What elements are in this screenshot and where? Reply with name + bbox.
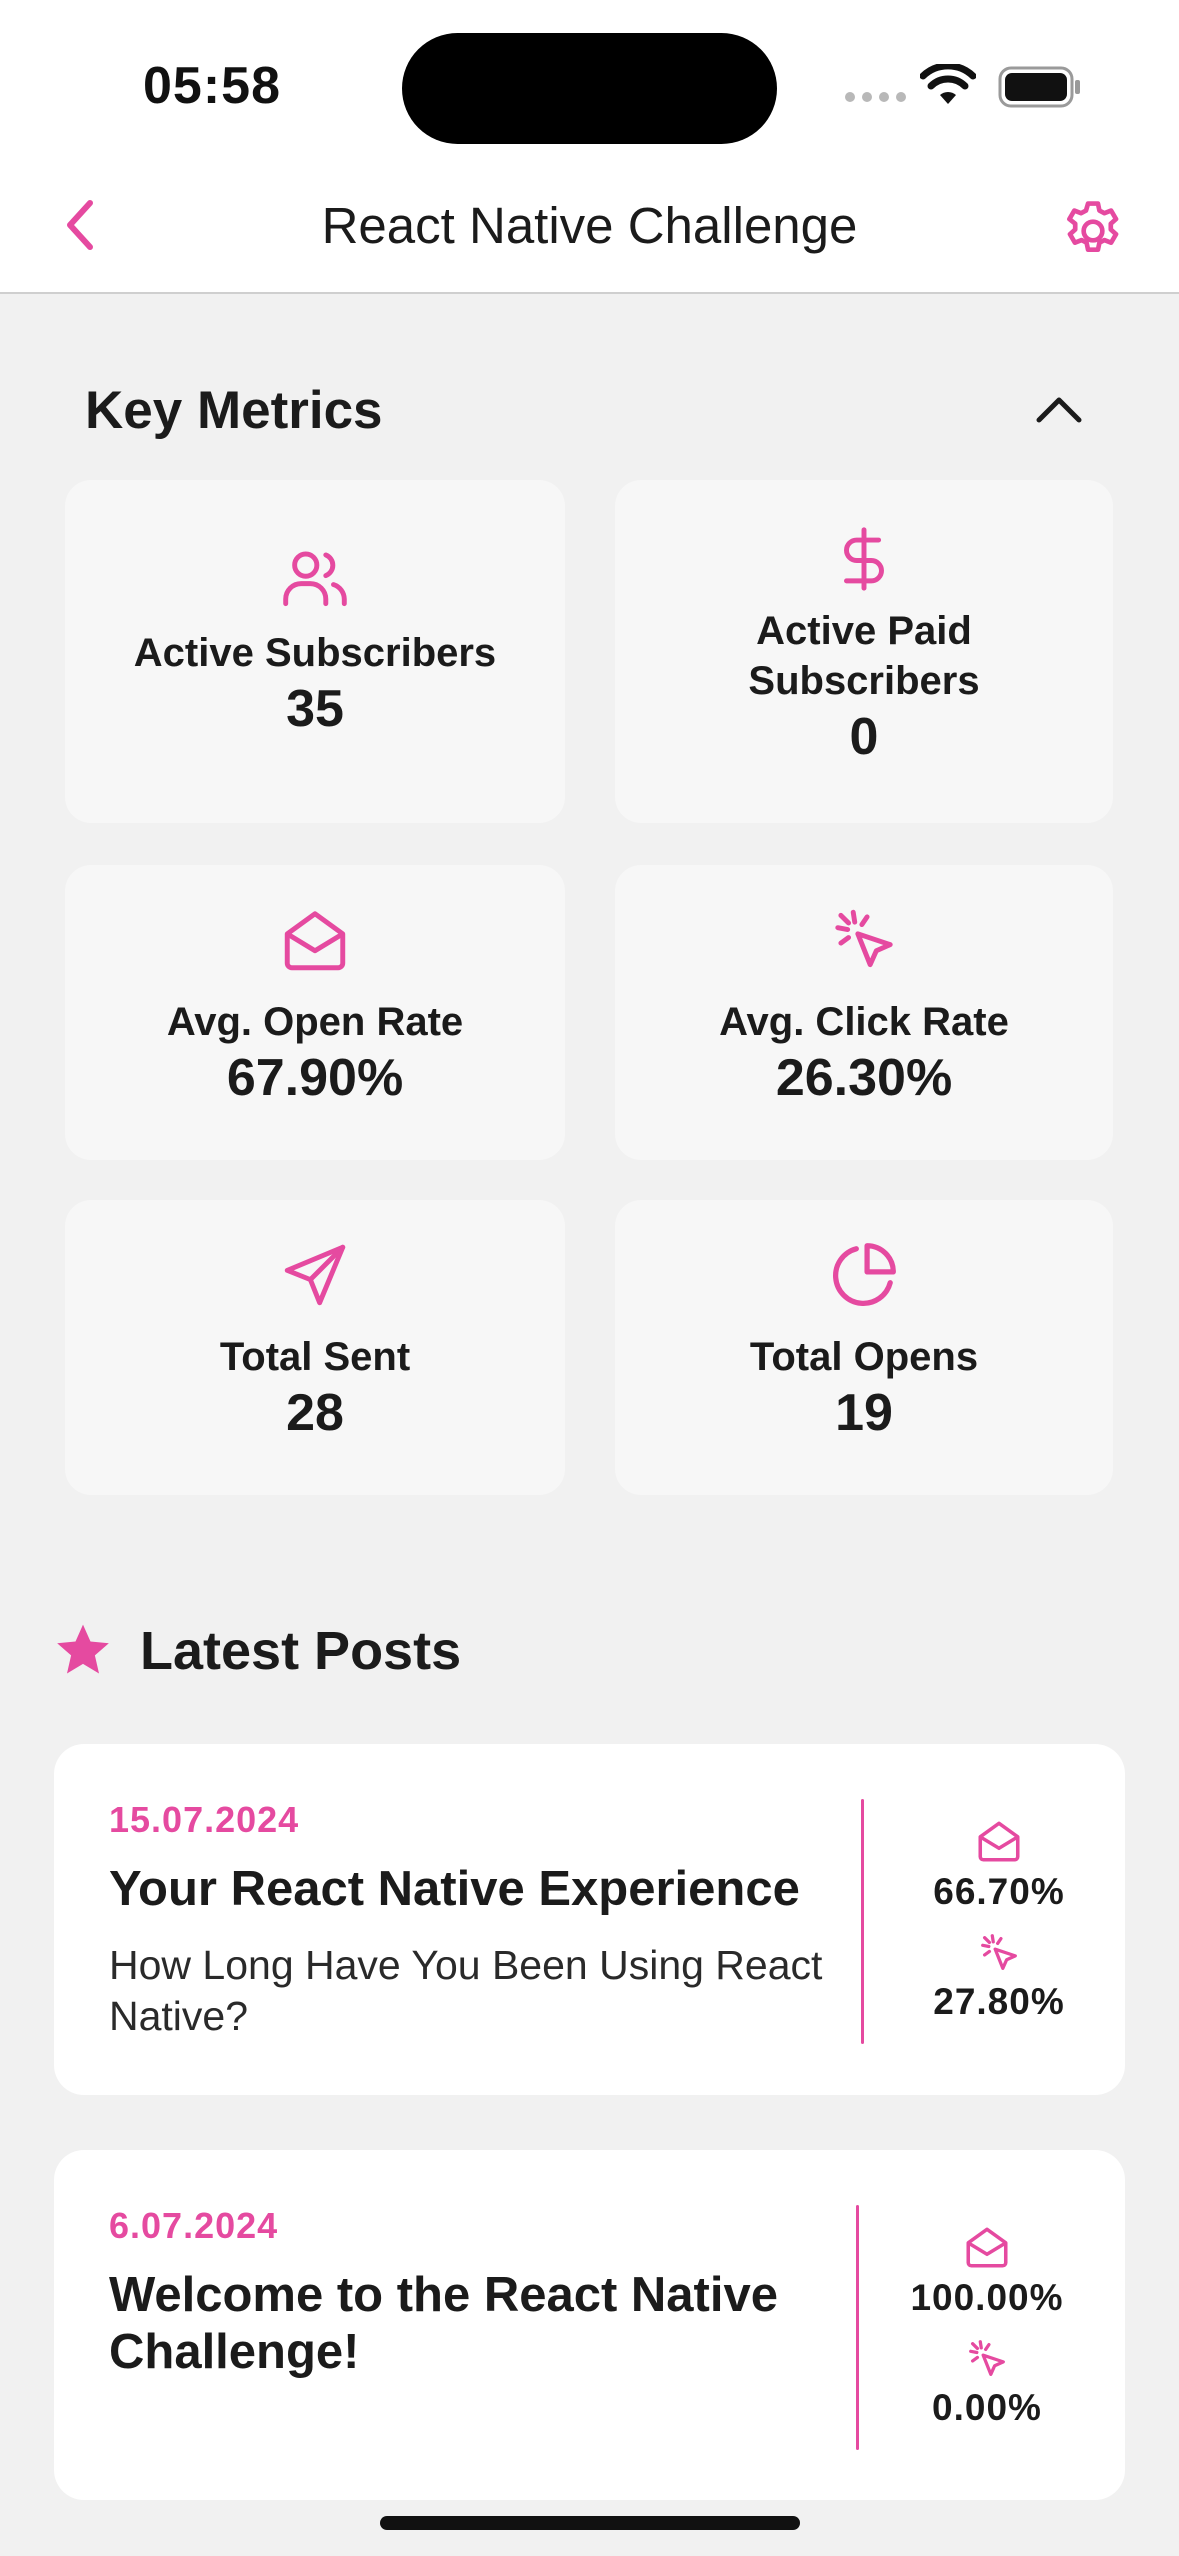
metric-label: Active Paid Subscribers [748, 609, 980, 703]
dollar-icon [844, 527, 884, 591]
metric-label: Active Subscribers [133, 631, 497, 675]
metric-label: Total Opens [749, 1335, 979, 1379]
open-rate-value: 66.70% [933, 1871, 1065, 1912]
chevron-up-icon[interactable] [1034, 393, 1084, 425]
open-rate-value: 100.00% [910, 2277, 1064, 2318]
key-metrics-title: Key Metrics [85, 381, 383, 440]
envelope-open-icon [966, 2227, 1008, 2268]
cursor-click-icon [981, 1934, 1017, 1970]
metric-value: 19 [835, 1384, 893, 1442]
cursor-click-icon [835, 909, 893, 968]
status-time: 05:58 [143, 57, 281, 115]
battery-icon [998, 66, 1080, 108]
metric-value: 28 [286, 1384, 344, 1442]
post-divider [856, 2205, 859, 2450]
metric-card-avg-click-rate[interactable]: Avg. Click Rate 26.30% [615, 865, 1113, 1160]
envelope-open-icon [978, 1821, 1020, 1862]
post-click-rate: 27.80% [904, 1930, 1094, 2023]
post-open-rate: 100.00% [892, 2222, 1082, 2319]
metric-card-active-paid-subscribers[interactable]: Active Paid Subscribers 0 [615, 480, 1113, 823]
post-card[interactable]: 6.07.2024 Welcome to the React Native Ch… [54, 2150, 1125, 2500]
gear-icon[interactable] [1058, 196, 1128, 266]
envelope-open-icon [284, 911, 346, 971]
metric-value: 67.90% [226, 1049, 404, 1107]
cursor-click-icon [969, 2340, 1005, 2376]
metric-value: 26.30% [775, 1049, 953, 1107]
post-subtitle: How Long Have You Been Using React Nativ… [109, 1942, 823, 2039]
post-title: Welcome to the React Native Challenge! [109, 2268, 778, 2379]
pie-chart-icon [833, 1243, 896, 1306]
post-card[interactable]: 15.07.2024 Your React Native Experience … [54, 1744, 1125, 2095]
wifi-icon [920, 64, 976, 104]
post-date: 15.07.2024 [109, 1799, 300, 1840]
send-icon [284, 1244, 346, 1306]
metric-value: 35 [286, 680, 344, 738]
metric-card-total-sent[interactable]: Total Sent 28 [65, 1200, 565, 1495]
latest-posts-header: Latest Posts [52, 1620, 461, 1682]
metric-value: 0 [849, 708, 879, 766]
post-title: Your React Native Experience [109, 1862, 800, 1916]
metric-card-total-opens[interactable]: Total Opens 19 [615, 1200, 1113, 1495]
post-divider [861, 1799, 864, 2044]
screen: 05:58 React Native Challenge Key Metrics [0, 0, 1179, 2556]
users-icon [283, 551, 347, 607]
dynamic-island [402, 33, 777, 144]
latest-posts-title: Latest Posts [140, 1621, 462, 1681]
header-area: 05:58 React Native Challenge [0, 0, 1179, 294]
click-rate-value: 0.00% [932, 2387, 1042, 2428]
post-date: 6.07.2024 [109, 2205, 279, 2246]
metric-label: Total Sent [219, 1335, 411, 1379]
metric-label: Avg. Open Rate [166, 1000, 464, 1044]
cellular-signal-icon [845, 92, 906, 102]
metric-label: Avg. Click Rate [719, 1000, 1009, 1044]
click-rate-value: 27.80% [933, 1981, 1065, 2022]
metric-card-active-subscribers[interactable]: Active Subscribers 35 [65, 480, 565, 823]
post-open-rate: 66.70% [904, 1816, 1094, 1913]
star-icon [57, 1624, 109, 1674]
home-indicator[interactable] [380, 2516, 800, 2530]
metric-card-avg-open-rate[interactable]: Avg. Open Rate 67.90% [65, 865, 565, 1160]
page-title: React Native Challenge [321, 197, 858, 254]
post-click-rate: 0.00% [892, 2336, 1082, 2429]
